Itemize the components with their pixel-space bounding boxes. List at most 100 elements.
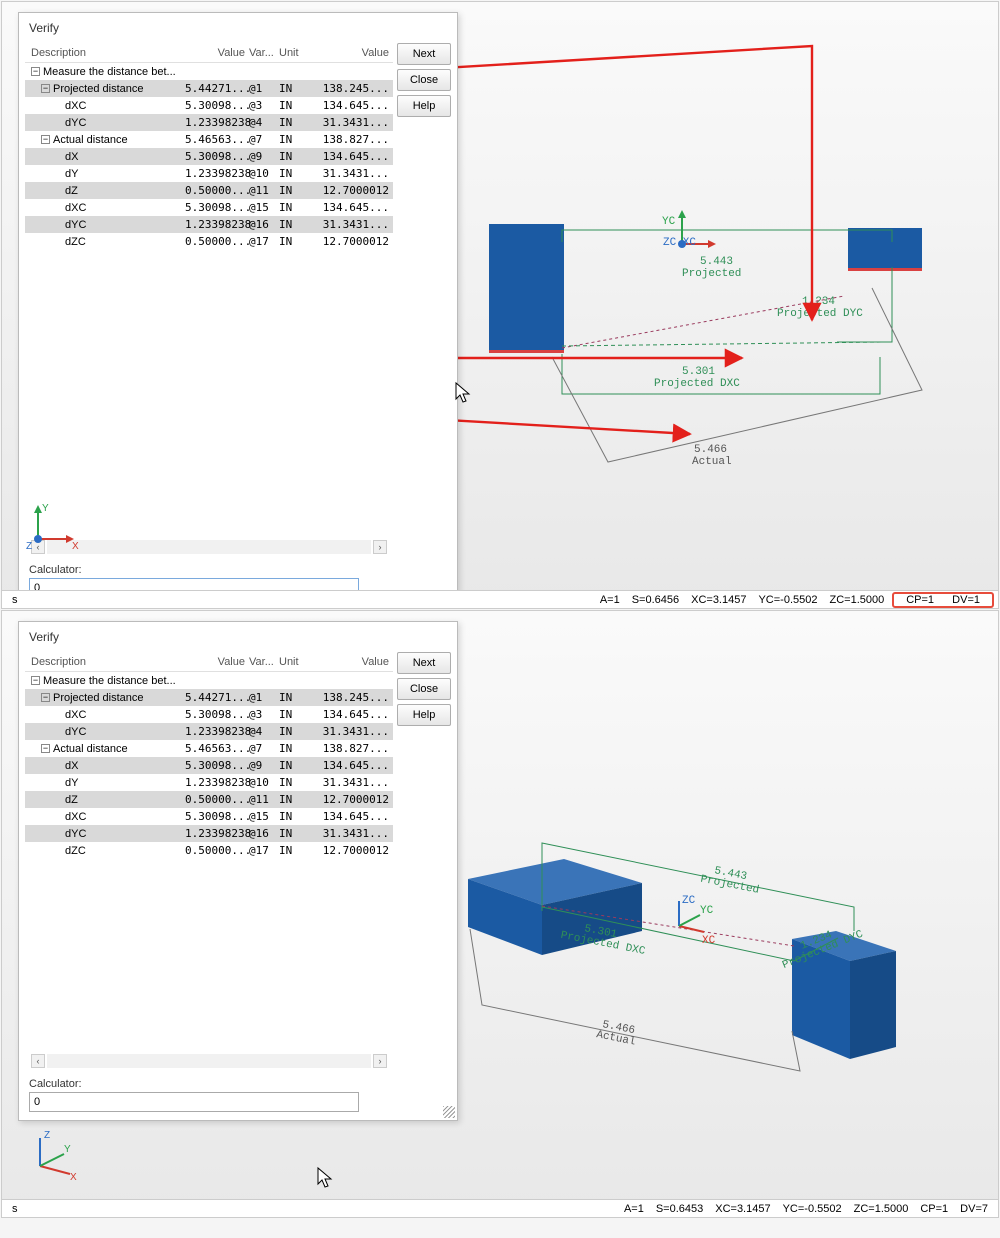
collapse-icon[interactable]: − <box>31 676 40 685</box>
grid-row[interactable]: −Projected distance5.44271...@1IN138.245… <box>25 80 393 97</box>
next-button[interactable]: Next <box>397 652 451 674</box>
row-desc: dYC <box>65 828 86 840</box>
grid-row[interactable]: dZ0.50000...@11IN12.7000012 <box>25 182 393 199</box>
status-s: S=0.6453 <box>650 1203 709 1215</box>
status-bar-bottom: s A=1 S=0.6453 XC=3.1457 YC=-0.5502 ZC=1… <box>2 1199 998 1217</box>
row-value2: 31.3431... <box>303 776 393 789</box>
svg-text:5.466Actual: 5.466Actual <box>692 444 732 468</box>
collapse-icon[interactable]: − <box>41 84 50 93</box>
row-value: 1.23398238 <box>185 725 247 738</box>
row-desc: dZ <box>65 794 78 806</box>
row-unit: IN <box>277 99 303 112</box>
help-button[interactable]: Help <box>397 704 451 726</box>
scroll-left-icon[interactable]: ‹ <box>31 1054 45 1068</box>
row-value2: 134.645... <box>303 201 393 214</box>
row-var: @17 <box>247 844 277 857</box>
grid-row[interactable]: dY1.23398238@10IN31.3431... <box>25 774 393 791</box>
row-value2: 138.827... <box>303 133 393 146</box>
grid-root-row[interactable]: −Measure the distance bet... <box>25 672 393 689</box>
cursor-icon <box>455 382 473 404</box>
row-value: 5.46563... <box>185 133 247 146</box>
status-a: A=1 <box>618 1203 650 1215</box>
app-panel-bottom: 5.443Projected 5.301Projected DXC 1.234P… <box>1 610 999 1218</box>
help-button[interactable]: Help <box>397 95 451 117</box>
svg-text:ZC: ZC <box>682 895 696 907</box>
grid-row[interactable]: dXC5.30098...@3IN134.645... <box>25 706 393 723</box>
wcs-triad: Y X Z <box>26 497 86 560</box>
row-desc: Projected distance <box>53 83 144 95</box>
row-unit: IN <box>277 708 303 721</box>
row-desc: dXC <box>65 709 86 721</box>
grid-row[interactable]: −Actual distance5.46563...@7IN138.827... <box>25 131 393 148</box>
grid-row[interactable]: dZC0.50000...@17IN12.7000012 <box>25 233 393 250</box>
dim-projected <box>562 230 892 242</box>
row-unit: IN <box>277 235 303 248</box>
wcs-triad: Z X Y <box>26 1124 86 1187</box>
row-value2: 134.645... <box>303 708 393 721</box>
row-value2: 134.645... <box>303 150 393 163</box>
grid-row[interactable]: dX5.30098...@9IN134.645... <box>25 148 393 165</box>
row-desc: dX <box>65 151 78 163</box>
row-desc: dZC <box>65 236 86 248</box>
resize-grip-icon[interactable] <box>443 1106 455 1118</box>
row-desc: dX <box>65 760 78 772</box>
h-scrollbar[interactable]: ‹ › <box>25 1054 393 1068</box>
collapse-icon[interactable]: − <box>41 744 50 753</box>
row-value: 5.30098... <box>185 759 247 772</box>
block-right <box>848 228 922 270</box>
row-var: @3 <box>247 99 277 112</box>
row-value: 1.23398238 <box>185 116 247 129</box>
grid-row[interactable]: dZC0.50000...@17IN12.7000012 <box>25 842 393 859</box>
row-value2: 31.3431... <box>303 116 393 129</box>
grid-row[interactable]: dYC1.23398238@4IN31.3431... <box>25 114 393 131</box>
row-var: @16 <box>247 218 277 231</box>
results-grid[interactable]: Description Value Var... Unit Value −Mea… <box>25 43 393 554</box>
grid-row[interactable]: dXC5.30098...@15IN134.645... <box>25 808 393 825</box>
grid-header: Description Value Var... Unit Value <box>25 652 393 672</box>
grid-row[interactable]: dZ0.50000...@11IN12.7000012 <box>25 791 393 808</box>
row-var: @3 <box>247 708 277 721</box>
collapse-icon[interactable]: − <box>41 135 50 144</box>
scroll-right-icon[interactable]: › <box>373 1054 387 1068</box>
grid-row[interactable]: dYC1.23398238@16IN31.3431... <box>25 216 393 233</box>
next-button[interactable]: Next <box>397 43 451 65</box>
row-value2: 12.7000012 <box>303 844 393 857</box>
row-value2: 138.245... <box>303 691 393 704</box>
row-var: @9 <box>247 150 277 163</box>
app-panel-top: 5.443Projected 1.234Projected DYC 5.301P… <box>1 1 999 609</box>
close-button[interactable]: Close <box>397 678 451 700</box>
status-zc: ZC=1.5000 <box>823 594 890 606</box>
grid-root-row[interactable]: −Measure the distance bet... <box>25 63 393 80</box>
row-value2: 138.827... <box>303 742 393 755</box>
grid-row[interactable]: dXC5.30098...@3IN134.645... <box>25 97 393 114</box>
grid-row[interactable]: −Actual distance5.46563...@7IN138.827... <box>25 740 393 757</box>
scroll-right-icon[interactable]: › <box>373 540 387 554</box>
grid-header: Description Value Var... Unit Value <box>25 43 393 63</box>
row-unit: IN <box>277 725 303 738</box>
row-var: @10 <box>247 167 277 180</box>
row-var: @4 <box>247 116 277 129</box>
row-desc: dYC <box>65 219 86 231</box>
row-unit: IN <box>277 844 303 857</box>
grid-row[interactable]: dYC1.23398238@16IN31.3431... <box>25 825 393 842</box>
row-desc: dZC <box>65 845 86 857</box>
row-value: 5.46563... <box>185 742 247 755</box>
row-desc: dYC <box>65 117 86 129</box>
grid-row[interactable]: dY1.23398238@10IN31.3431... <box>25 165 393 182</box>
grid-row[interactable]: dYC1.23398238@4IN31.3431... <box>25 723 393 740</box>
collapse-icon[interactable]: − <box>41 693 50 702</box>
close-button[interactable]: Close <box>397 69 451 91</box>
grid-row[interactable]: −Projected distance5.44271...@1IN138.245… <box>25 689 393 706</box>
calculator-input[interactable] <box>29 1092 359 1112</box>
row-value2: 134.645... <box>303 99 393 112</box>
row-var: @15 <box>247 201 277 214</box>
row-var: @1 <box>247 691 277 704</box>
calculator-label: Calculator: <box>19 560 457 578</box>
grid-row[interactable]: dXC5.30098...@15IN134.645... <box>25 199 393 216</box>
results-grid[interactable]: Description Value Var... Unit Value −Mea… <box>25 652 393 1068</box>
collapse-icon[interactable]: − <box>31 67 40 76</box>
row-value: 5.30098... <box>185 99 247 112</box>
grid-row[interactable]: dX5.30098...@9IN134.645... <box>25 757 393 774</box>
row-value2: 138.245... <box>303 82 393 95</box>
svg-text:5.443Projected: 5.443Projected <box>699 863 762 897</box>
